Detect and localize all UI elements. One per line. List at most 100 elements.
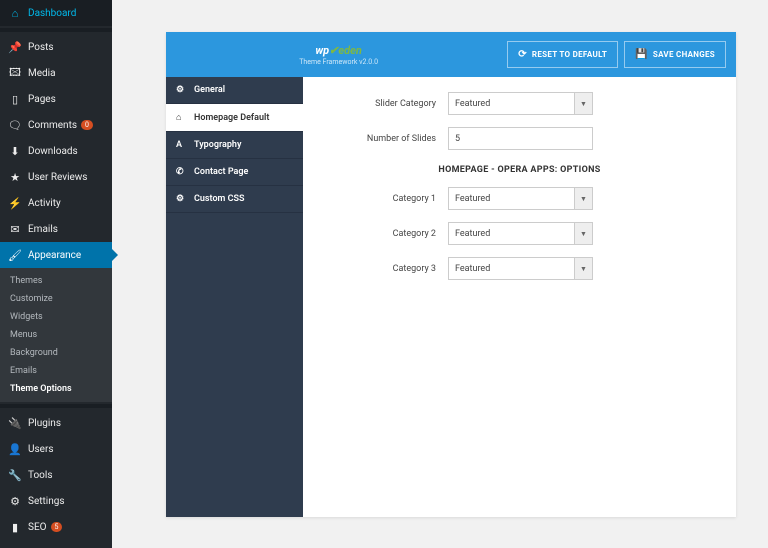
dashboard-icon: ⌂ [8,6,22,20]
comments-icon: 🗨 [8,118,22,132]
appearance-icon: 🖌 [8,248,22,262]
sidebar-item-emails[interactable]: ✉ Emails [0,216,112,242]
pages-icon: ▯ [8,92,22,106]
sidebar-label: Settings [28,496,65,507]
save-label: SAVE CHANGES [653,50,715,59]
typography-icon: A [176,140,188,150]
contact-page-icon: ✆ [176,167,188,177]
tab-label: Homepage Default [194,113,269,123]
sidebar-item-users[interactable]: 👤 Users [0,436,112,462]
sidebar-label: Posts [28,42,54,53]
sidebar-item-dashboard[interactable]: ⌂Dashboard [0,0,112,26]
sidebar-label: Appearance [28,250,81,261]
sidebar-item-media[interactable]: 🖾 Media [0,60,112,86]
sidebar-item-comments[interactable]: 🗨 Comments 0 [0,112,112,138]
number-of-slides-label: Number of Slides [323,134,448,144]
sidebar-label: Users [28,444,54,455]
homepage-default-icon: ⌂ [176,112,188,123]
sidebar-label: Plugins [28,418,61,429]
sidebar-label: Comments [28,120,77,131]
save-changes-button[interactable]: 💾 SAVE CHANGES [624,41,726,68]
submenu-menus[interactable]: Menus [0,326,112,344]
submenu-theme-options[interactable]: Theme Options [0,380,112,398]
submenu-emails[interactable]: Emails [0,362,112,380]
tab-homepage-default[interactable]: ⌂ Homepage Default [166,104,303,132]
save-icon: 💾 [635,49,648,60]
active-arrow-icon [112,249,118,261]
emails-icon: ✉ [8,222,22,236]
theme-options-panel: wp✔eden Theme Framework v2.0.0 ⟳ RESET T… [166,32,736,517]
user reviews-icon: ★ [8,170,22,184]
tab-label: Typography [194,140,241,150]
reset-label: RESET TO DEFAULT [532,50,607,59]
sidebar-item-activity[interactable]: ⚡ Activity [0,190,112,216]
tab-label: Contact Page [194,167,248,177]
sidebar-item-downloads[interactable]: ⬇ Downloads [0,138,112,164]
settings-icon: ⚙ [8,494,22,508]
slider-category-select[interactable]: Featured ▼ [448,92,593,115]
tab-general[interactable]: ⚙General [166,77,303,104]
panel-body: ⚙General ⌂ Homepage Default A Typography ✆ Con… [166,77,736,517]
downloads-icon: ⬇ [8,144,22,158]
sidebar-item-tools[interactable]: 🔧 Tools [0,462,112,488]
sidebar-item-settings[interactable]: ⚙ Settings [0,488,112,514]
sidebar-item-appearance[interactable]: 🖌 Appearance [0,242,112,268]
sidebar-item-pages[interactable]: ▯ Pages [0,86,112,112]
sidebar-label: Activity [28,198,61,209]
media-icon: 🖾 [8,66,22,80]
submenu-background[interactable]: Background [0,344,112,362]
settings-content: Slider Category Featured ▼ Number of Sli… [303,77,736,517]
sidebar-item-user-reviews[interactable]: ★ User Reviews [0,164,112,190]
tab-custom-css[interactable]: ⚙Custom CSS [166,186,303,213]
sidebar-item-posts[interactable]: 📌 Posts [0,34,112,60]
chevron-down-icon: ▼ [574,223,592,244]
appearance-submenu: ThemesCustomizeWidgetsMenusBackgroundEma… [0,268,112,402]
activity-icon: ⚡ [8,196,22,210]
brand-pre: wp [315,44,329,57]
brand-subtitle: Theme Framework v2.0.0 [176,58,501,66]
sidebar-label: Tools [28,470,52,481]
tab-label: Custom CSS [194,194,244,204]
sidebar-label: User Reviews [28,172,87,183]
reset-to-default-button[interactable]: ⟳ RESET TO DEFAULT [507,41,618,68]
tab-typography[interactable]: A Typography [166,132,303,159]
tab-contact-page[interactable]: ✆ Contact Page [166,159,303,186]
submenu-customize[interactable]: Customize [0,290,112,308]
category-1-value: Featured [455,194,490,204]
sidebar-item-seo[interactable]: ▮ SEO 5 [0,514,112,540]
users-icon: 👤 [8,442,22,456]
chevron-down-icon: ▼ [574,258,592,279]
submenu-widgets[interactable]: Widgets [0,308,112,326]
number-of-slides-input[interactable] [448,127,593,150]
category-1-select[interactable]: Featured ▼ [448,187,593,210]
slider-category-value: Featured [455,99,490,109]
category-3-value: Featured [455,264,490,274]
sidebar-label: Downloads [28,146,78,157]
sidebar-label: Pages [28,94,56,105]
category-2-label: Category 2 [323,229,448,239]
sidebar-label: SEO [28,522,47,533]
brand-post: eden [338,44,362,57]
brand: wp✔eden Theme Framework v2.0.0 [176,44,501,66]
submenu-themes[interactable]: Themes [0,272,112,290]
panel-header: wp✔eden Theme Framework v2.0.0 ⟳ RESET T… [166,32,736,77]
category-3-label: Category 3 [323,264,448,274]
settings-tabs: ⚙General ⌂ Homepage Default A Typography ✆ Con… [166,77,303,517]
tab-label: General [194,85,225,95]
slider-category-label: Slider Category [323,99,448,109]
sidebar-item-plugins[interactable]: 🔌Plugins [0,410,112,436]
seo-icon: ▮ [8,520,22,534]
chevron-down-icon: ▼ [574,93,592,114]
badge: 5 [51,522,63,532]
section-header: HOMEPAGE - OPERA APPS: OPTIONS [323,165,716,175]
badge: 0 [81,120,93,130]
refresh-icon: ⟳ [518,49,527,60]
posts-icon: 📌 [8,40,22,54]
wp-admin-sidebar: ⌂Dashboard 📌 Posts 🖾 Media ▯ Pages 🗨 Comments 0 ⬇ D… [0,0,112,548]
chevron-down-icon: ▼ [574,188,592,209]
category-2-select[interactable]: Featured ▼ [448,222,593,245]
category-3-select[interactable]: Featured ▼ [448,257,593,280]
tools-icon: 🔧 [8,468,22,482]
sidebar-label: Emails [28,224,58,235]
sidebar-label: Media [28,68,56,79]
